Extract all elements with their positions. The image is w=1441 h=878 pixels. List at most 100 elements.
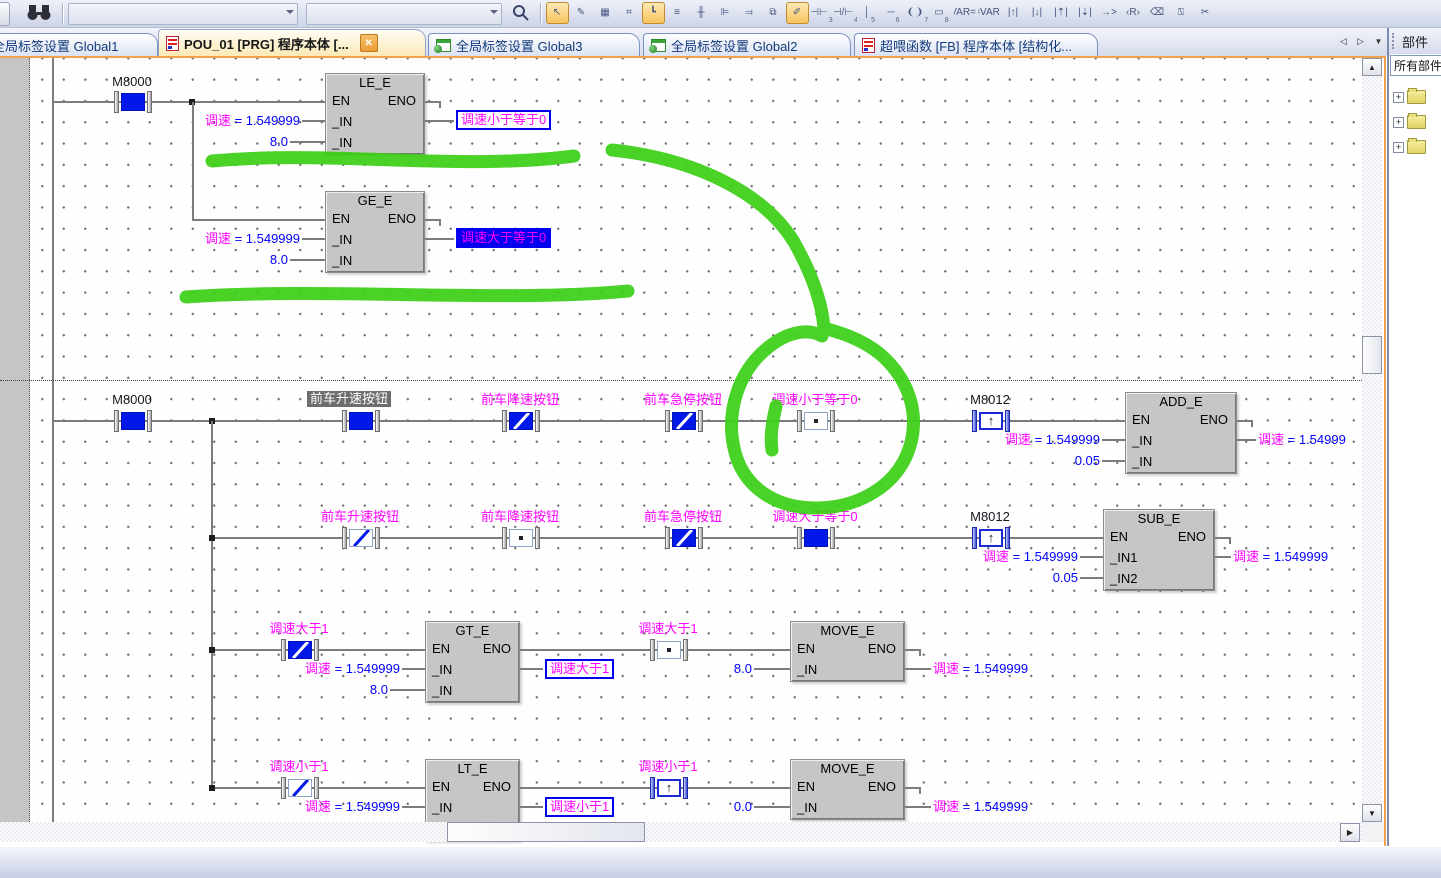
close-icon[interactable]: ✕ [360,34,378,52]
expand-icon[interactable]: + [1393,142,1404,153]
comment-edit-button[interactable]: ✐ [786,2,809,24]
closed-contact-button[interactable]: ⊣/⊢4 [834,2,857,24]
scroll-up-button[interactable]: ▲ [1362,58,1382,76]
contact-speed-gt1-off[interactable] [650,639,688,661]
tab-global1[interactable]: 全局标签设置 Global1 [0,33,158,56]
parts-tree-item[interactable]: + [1393,88,1441,106]
function-block-move-e[interactable]: MOVE_E ENENO _IN [790,621,905,682]
var-assign-button[interactable]: VAR=9 [954,2,977,24]
label-up-button-selected[interactable]: 前车升速按钮 [307,391,391,407]
find-binoculars-icon[interactable] [22,1,56,25]
rising-contact-button[interactable]: |↑| [1002,2,1025,24]
edit-pencil-button[interactable]: ✎ [570,2,593,24]
contact-estop-button-nc-on[interactable] [665,527,703,549]
contact-speed-ge0-on[interactable] [797,527,835,549]
device-label-m8000[interactable]: M8000 [92,392,172,408]
clipped-toolbar-button[interactable] [0,2,10,26]
contact-down-button-nc-on[interactable] [502,410,540,432]
return-button[interactable]: ‹R› [1122,2,1145,24]
expand-icon[interactable]: + [1393,117,1404,128]
label-speed-le0[interactable]: 调速小于等于0 [750,392,880,408]
horizontal-scrollbar[interactable] [0,822,1362,842]
label-up-button[interactable]: 前车升速按钮 [295,509,425,525]
falling-closed-contact-button[interactable]: |⇣| [1074,2,1097,24]
block-input-value[interactable]: 8.0 [238,682,388,698]
contact-speed-lt1-nc-off[interactable] [281,777,319,799]
tab-fb-function[interactable]: 超喂函数 [FB] 程序本体 [结构化... [854,33,1098,56]
coil-button[interactable]: ❨❩7 [906,2,929,24]
function-block-add-e[interactable]: ADD_E ENENO _IN _IN [1125,392,1237,474]
block-input-value[interactable]: 0.05 [928,570,1078,586]
tab-pou01-active[interactable]: POU_01 [PRG] 程序本体 [... ✕ [158,29,426,56]
zoom-tool-button[interactable] [506,1,536,25]
scroll-down-button[interactable]: ▼ [1362,804,1382,822]
block-output-value[interactable]: 调速 = 1.549999 [933,799,1028,815]
label-down-button[interactable]: 前车降速按钮 [455,509,585,525]
label-down-button[interactable]: 前车降速按钮 [455,392,585,408]
contact-speed-lt1-rising-edge[interactable] [650,777,688,799]
rising-closed-contact-button[interactable]: |⇡| [1050,2,1073,24]
function-block-ge-e[interactable]: GE_E ENENO _IN _IN [325,191,425,273]
block-input-value[interactable]: 调速 = 1.549999 [928,549,1078,565]
label-speed-lt1[interactable]: 调速小于1 [618,759,718,775]
output-label-speed-ge0-selected[interactable]: 调速大于等于0 [456,228,551,248]
parts-panel-header[interactable]: 部件 [1390,28,1441,54]
block-input-value[interactable]: 8.0 [138,134,288,150]
contact-down-button-off[interactable] [502,527,540,549]
tab-scroll-left-button[interactable]: ◁ [1336,34,1351,49]
function-block-move-e[interactable]: MOVE_E ENENO _IN [790,759,905,820]
toolbar-combo-2[interactable] [306,3,502,25]
label-estop-button[interactable]: 前车急停按钮 [618,392,748,408]
ladder-canvas[interactable]: M8000 调速 = 1.549999 8.0 LE_E ENENO _IN _… [0,58,1384,844]
horizontal-scrollbar-thumb[interactable] [447,822,645,842]
label-speed-gt1[interactable]: 调速大于1 [249,621,349,637]
parts-tree-item[interactable]: + [1393,138,1441,156]
coil-rail-button[interactable]: ⊫ [714,2,737,24]
tab-global2[interactable]: 全局标签设置 Global2 [643,33,851,56]
function-block-le-e[interactable]: LE_E ENENO _IN _IN [325,73,425,155]
block-input-value[interactable]: 调速 = 1.549999 [250,661,400,677]
select-tool-button[interactable]: ↖ [546,2,569,24]
contact-m8012-rising-edge[interactable] [972,527,1010,549]
tab-global3[interactable]: 全局标签设置 Global3 [428,33,640,56]
rung-insert-button[interactable]: ⫤ [738,2,761,24]
block-output-value[interactable]: 调速 = 1.549999 [933,661,1028,677]
contact-pair-button[interactable]: ╫ [690,2,713,24]
cut-button[interactable]: ✂ [1194,2,1217,24]
toolbar-combo-1[interactable] [68,3,298,25]
contact-speed-gt1-nc-on[interactable] [281,639,319,661]
parts-tree-item[interactable]: + [1393,113,1441,131]
expand-icon[interactable]: + [1393,92,1404,103]
rail-button[interactable]: ≡ [666,2,689,24]
contact-m8000-on[interactable] [114,410,152,432]
label-speed-gt1[interactable]: 调速大于1 [618,621,718,637]
contact-speed-le0-off[interactable] [797,410,835,432]
tab-list-menu-button[interactable]: ▼ [1371,34,1386,49]
device-label-m8012[interactable]: M8012 [950,509,1030,525]
device-label-m8012[interactable]: M8012 [950,392,1030,408]
falling-contact-button[interactable]: |↓| [1026,2,1049,24]
scroll-right-button[interactable]: ▶ [1340,823,1360,842]
label-estop-button[interactable]: 前车急停按钮 [618,509,748,525]
contact-m8000-on[interactable] [114,91,152,113]
panel-divider[interactable] [1387,28,1389,846]
assign-var-button[interactable]: =VAR0 [978,2,1001,24]
contact-m8012-rising-edge[interactable] [972,410,1010,432]
vertical-scrollbar-thumb[interactable] [1362,336,1382,374]
delete-line-button[interactable]: ⌫ [1146,2,1169,24]
open-contact-button[interactable]: ⊣⊢3 [810,2,833,24]
block-output-value[interactable]: 调速 = 1.54999 [1258,432,1346,448]
wire-mode-button[interactable]: ┗ [642,2,665,24]
device-label-m8000[interactable]: M8000 [92,74,172,90]
block-input-value[interactable]: 调速 = 1.549999 [150,113,300,129]
output-label-speed-le0[interactable]: 调速小于等于0 [456,110,551,130]
circuit-block-button[interactable]: ⌗ [618,2,641,24]
contact-up-button-on[interactable] [342,410,380,432]
contact-estop-button-nc-on[interactable] [665,410,703,432]
jump-button[interactable]: →> [1098,2,1121,24]
tab-scroll-right-button[interactable]: ▷ [1353,34,1368,49]
parts-filter-dropdown[interactable]: 所有部件 [1390,55,1441,76]
block-input-value[interactable]: 0.0 [602,799,752,815]
block-input-value[interactable]: 0.05 [950,453,1100,469]
function-block-sub-e[interactable]: SUB_E ENENO _IN1 _IN2 [1103,509,1215,591]
